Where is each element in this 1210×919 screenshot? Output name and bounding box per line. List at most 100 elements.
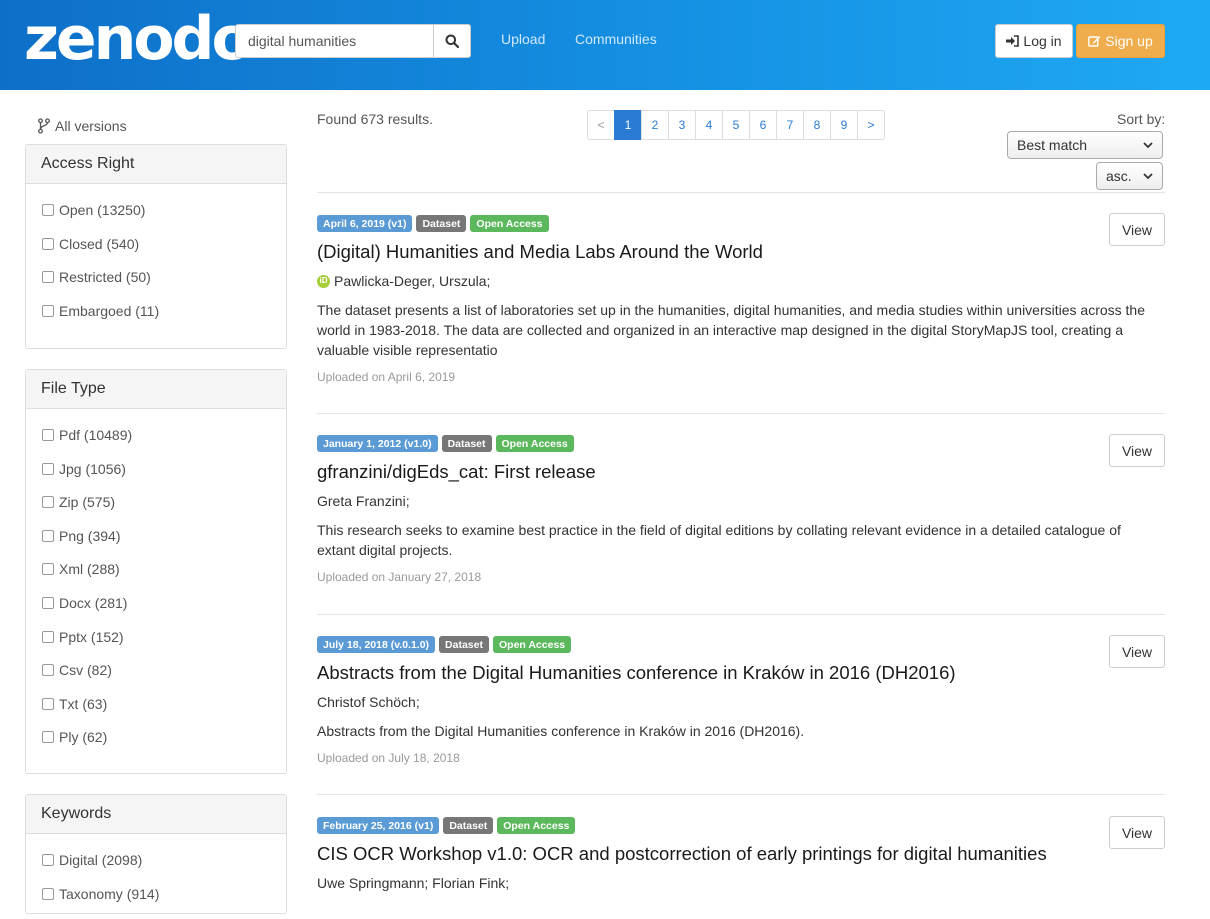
divider — [317, 794, 1165, 795]
access-badge[interactable]: Open Access — [497, 817, 576, 834]
record-authors: Greta Franzini; — [317, 492, 1165, 510]
facet-item[interactable]: Jpg (1056) — [42, 461, 271, 495]
signup-button[interactable]: Sign up — [1076, 24, 1165, 58]
record-labels: April 6, 2019 (v1) Dataset Open Access — [317, 215, 1165, 233]
version-date-badge[interactable]: February 25, 2016 (v1) — [317, 817, 440, 834]
page-2[interactable]: 2 — [641, 110, 669, 140]
facet-checkbox[interactable] — [42, 304, 54, 317]
facet-label: Digital (2098) — [59, 852, 143, 868]
record-authors: Uwe Springmann; Florian Fink; — [317, 874, 1165, 892]
facet-checkbox[interactable] — [42, 887, 54, 900]
facet-item[interactable]: Ply (62) — [42, 729, 271, 763]
orcid-icon[interactable]: iD — [317, 274, 330, 288]
facet-checkbox[interactable] — [42, 529, 54, 542]
facet-checkbox[interactable] — [42, 596, 54, 609]
page-5[interactable]: 5 — [722, 110, 750, 140]
access-right-facets: Open (13250) Closed (540) Restricted (50… — [26, 184, 286, 336]
facet-label: Restricted (50) — [59, 269, 151, 286]
result-record: April 6, 2019 (v1) Dataset Open Access (… — [317, 213, 1165, 384]
page-8[interactable]: 8 — [803, 110, 831, 140]
page-3[interactable]: 3 — [668, 110, 696, 140]
all-versions-link[interactable]: All versions — [37, 118, 127, 134]
access-badge[interactable]: Open Access — [470, 215, 549, 232]
record-uploaded-date: Uploaded on January 27, 2018 — [317, 570, 482, 584]
facet-checkbox[interactable] — [42, 429, 54, 441]
facet-label: Png (394) — [59, 527, 121, 544]
facet-item[interactable]: Docx (281) — [42, 595, 271, 629]
page-4[interactable]: 4 — [695, 110, 723, 140]
page-7[interactable]: 7 — [776, 110, 804, 140]
facet-item[interactable]: Xml (288) — [42, 561, 271, 595]
facet-checkbox[interactable] — [42, 630, 54, 643]
file-type-panel: File Type Pdf (10489) Jpg (1056) Zip (57… — [25, 369, 287, 774]
facet-label: Jpg (1056) — [59, 460, 126, 477]
facet-item[interactable]: Txt (63) — [42, 696, 271, 730]
facet-item[interactable]: Csv (82) — [42, 662, 271, 696]
resource-type-badge[interactable]: Dataset — [441, 435, 492, 452]
nav-communities-link[interactable]: Communities — [575, 31, 657, 47]
facet-checkbox[interactable] — [42, 496, 54, 509]
order-select-value: asc. — [1106, 168, 1132, 184]
zenodo-logo[interactable]: zenodo — [24, 6, 253, 72]
divider — [317, 614, 1165, 615]
facet-checkbox[interactable] — [42, 462, 54, 475]
facet-item[interactable]: Taxonomy (914) — [42, 886, 271, 919]
record-title[interactable]: Abstracts from the Digital Humanities co… — [317, 662, 1165, 684]
facet-checkbox[interactable] — [42, 731, 54, 744]
resource-type-badge[interactable]: Dataset — [443, 817, 494, 834]
page-6[interactable]: 6 — [749, 110, 777, 140]
record-authors: Christof Schöch; — [317, 693, 1165, 711]
access-badge[interactable]: Open Access — [492, 636, 572, 653]
facet-item[interactable]: Pdf (10489) — [42, 427, 271, 461]
facet-item[interactable]: Embargoed (11) — [42, 303, 271, 337]
search-button[interactable] — [433, 24, 471, 58]
file-type-facets: Pdf (10489) Jpg (1056) Zip (575) Png (39… — [26, 409, 286, 763]
page-1[interactable]: 1 — [614, 110, 642, 140]
access-right-heading: Access Right — [26, 145, 286, 184]
view-button[interactable]: View — [1109, 816, 1165, 849]
view-button[interactable]: View — [1109, 635, 1165, 668]
facet-item[interactable]: Zip (575) — [42, 494, 271, 528]
order-select[interactable]: asc. — [1096, 162, 1163, 190]
record-title[interactable]: gfranzini/digEds_cat: First release — [317, 461, 1165, 483]
version-date-badge[interactable]: July 18, 2018 (v.0.1.0) — [317, 636, 436, 653]
facet-item[interactable]: Open (13250) — [42, 202, 271, 236]
access-right-panel: Access Right Open (13250) Closed (540) R… — [25, 144, 287, 349]
record-title[interactable]: (Digital) Humanities and Media Labs Arou… — [317, 241, 1165, 263]
record-title[interactable]: CIS OCR Workshop v1.0: OCR and postcorre… — [317, 843, 1165, 865]
version-date-badge[interactable]: January 1, 2012 (v1.0) — [317, 435, 438, 452]
facet-checkbox[interactable] — [42, 854, 54, 866]
author-names: Uwe Springmann; Florian Fink; — [317, 875, 510, 891]
facet-label: Zip (575) — [59, 494, 116, 511]
results-count: Found 673 results. — [317, 111, 433, 127]
page-next[interactable]: > — [857, 110, 885, 140]
view-button[interactable]: View — [1109, 213, 1165, 246]
file-type-heading: File Type — [26, 370, 286, 409]
facet-checkbox[interactable] — [42, 237, 54, 250]
view-button[interactable]: View — [1109, 434, 1165, 467]
sort-select[interactable]: Best match — [1007, 131, 1163, 159]
facet-label: Taxonomy (914) — [59, 885, 160, 902]
facet-item[interactable]: Digital (2098) — [42, 852, 271, 886]
result-record: July 18, 2018 (v.0.1.0) Dataset Open Acc… — [317, 635, 1165, 765]
search-input[interactable] — [235, 24, 433, 58]
facet-checkbox[interactable] — [42, 697, 54, 710]
page-9[interactable]: 9 — [830, 110, 858, 140]
access-badge[interactable]: Open Access — [495, 435, 574, 452]
code-fork-icon — [38, 118, 50, 134]
resource-type-badge[interactable]: Dataset — [439, 636, 489, 653]
facet-item[interactable]: Restricted (50) — [42, 269, 271, 303]
facet-checkbox[interactable] — [42, 204, 54, 216]
facet-item[interactable]: Closed (540) — [42, 236, 271, 270]
resource-type-badge[interactable]: Dataset — [416, 215, 467, 232]
facet-checkbox[interactable] — [42, 563, 54, 576]
facet-checkbox[interactable] — [42, 664, 54, 677]
facet-checkbox[interactable] — [42, 271, 54, 284]
version-date-badge[interactable]: April 6, 2019 (v1) — [317, 215, 413, 232]
login-button[interactable]: Log in — [995, 24, 1073, 58]
facet-item[interactable]: Png (394) — [42, 528, 271, 562]
facet-item[interactable]: Pptx (152) — [42, 629, 271, 663]
nav-upload-link[interactable]: Upload — [501, 31, 545, 47]
result-record: January 1, 2012 (v1.0) Dataset Open Acce… — [317, 434, 1165, 584]
page-prev[interactable]: < — [587, 110, 615, 140]
